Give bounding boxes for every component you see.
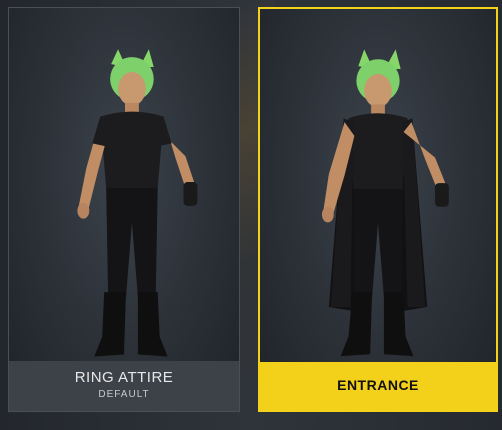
outfit-label: RING ATTIRE DEFAULT [9,361,239,411]
outfit-label: ENTRANCE [260,362,496,410]
outfit-subtitle: DEFAULT [98,389,150,400]
outfit-title: RING ATTIRE [74,369,174,386]
outfit-card-entrance[interactable]: ENTRANCE [258,7,498,412]
outfit-card-ring-attire[interactable]: RING ATTIRE DEFAULT [8,7,240,412]
character-render-ring-attire [77,49,198,357]
outfit-title: ENTRANCE [337,377,419,393]
character-render-entrance [321,49,449,357]
